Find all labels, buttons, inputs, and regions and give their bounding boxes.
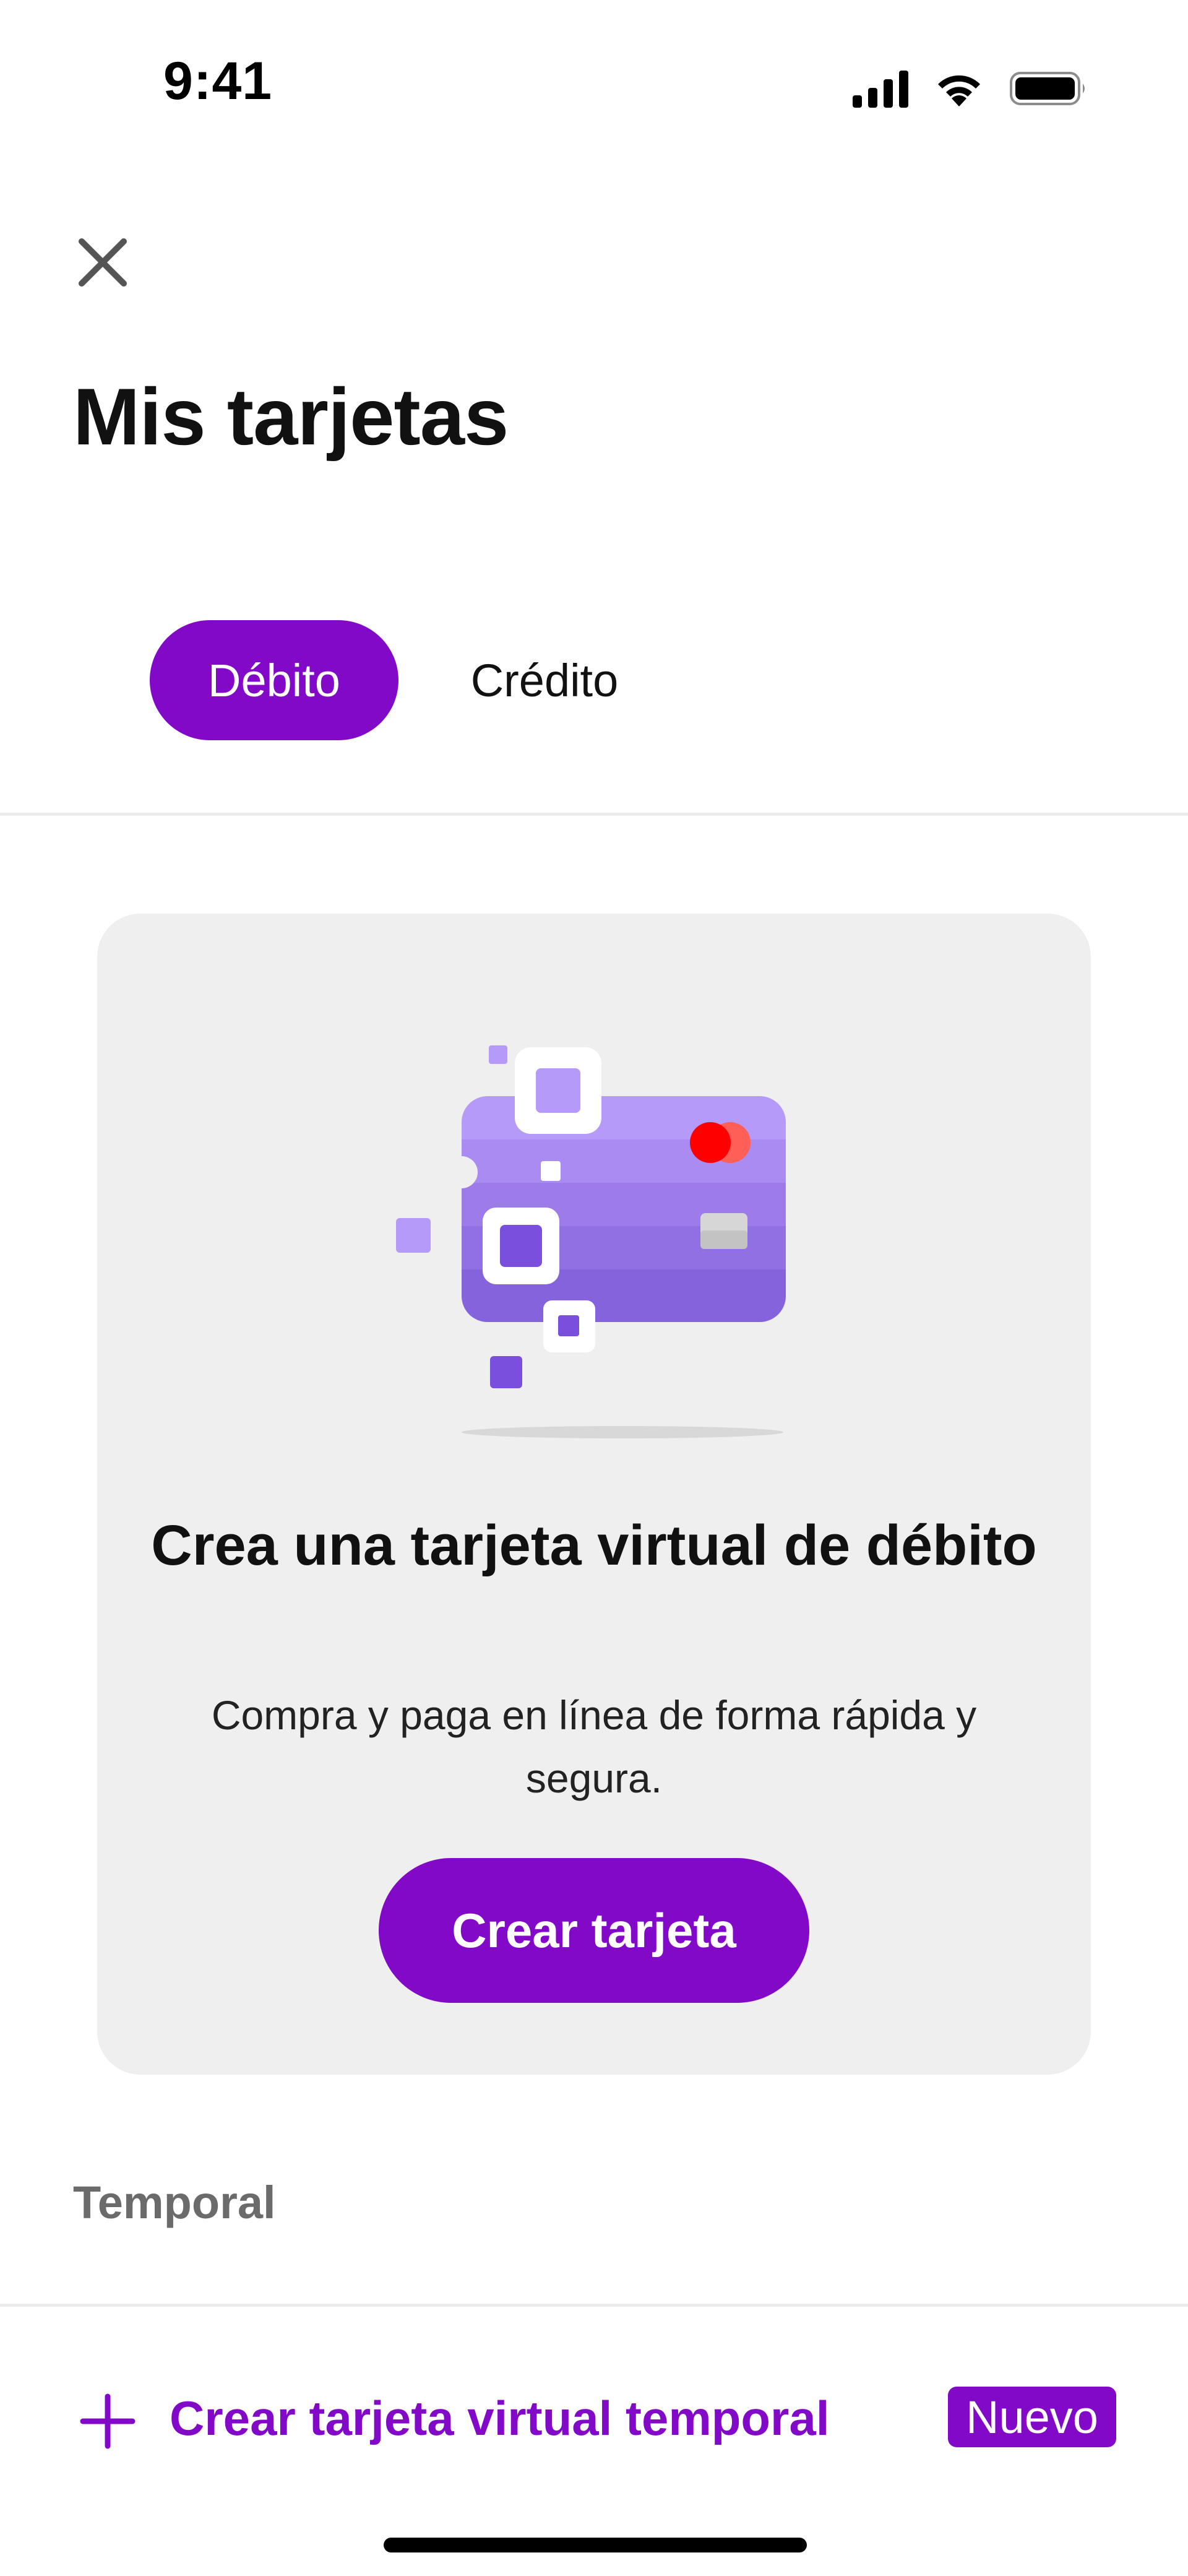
- create-card-button[interactable]: Crear tarjeta: [379, 1858, 809, 2003]
- tab-debito[interactable]: Débito: [150, 620, 398, 740]
- tabs-divider: [0, 813, 1188, 816]
- new-badge-label: Nuevo: [966, 2391, 1098, 2443]
- status-icons: [851, 68, 1089, 108]
- signal-icon: [853, 71, 908, 108]
- status-time: 9:41: [163, 51, 273, 111]
- virtual-card-illustration: [396, 1030, 792, 1451]
- close-icon: [79, 238, 127, 287]
- section-label-temporal: Temporal: [73, 2177, 276, 2228]
- home-indicator: [384, 2538, 807, 2552]
- close-button[interactable]: [69, 229, 136, 296]
- new-badge: Nuevo: [948, 2387, 1116, 2447]
- battery-icon: [1010, 72, 1085, 105]
- plus-icon: [78, 2392, 137, 2451]
- create-temporary-card-label[interactable]: Crear tarjeta virtual temporal: [170, 2390, 829, 2447]
- tab-debito-label: Débito: [208, 654, 340, 706]
- wifi-icon: [938, 75, 980, 106]
- page-title: Mis tarjetas: [73, 371, 509, 462]
- promo-description: Compra y paga en línea de forma rápida y…: [211, 1692, 977, 1801]
- promo-title: Crea una tarjeta virtual de débito: [151, 1514, 1037, 1577]
- tab-credito-label: Crédito: [470, 654, 619, 706]
- create-card-button-label: Crear tarjeta: [452, 1903, 736, 1958]
- tab-credito[interactable]: Crédito: [433, 620, 656, 740]
